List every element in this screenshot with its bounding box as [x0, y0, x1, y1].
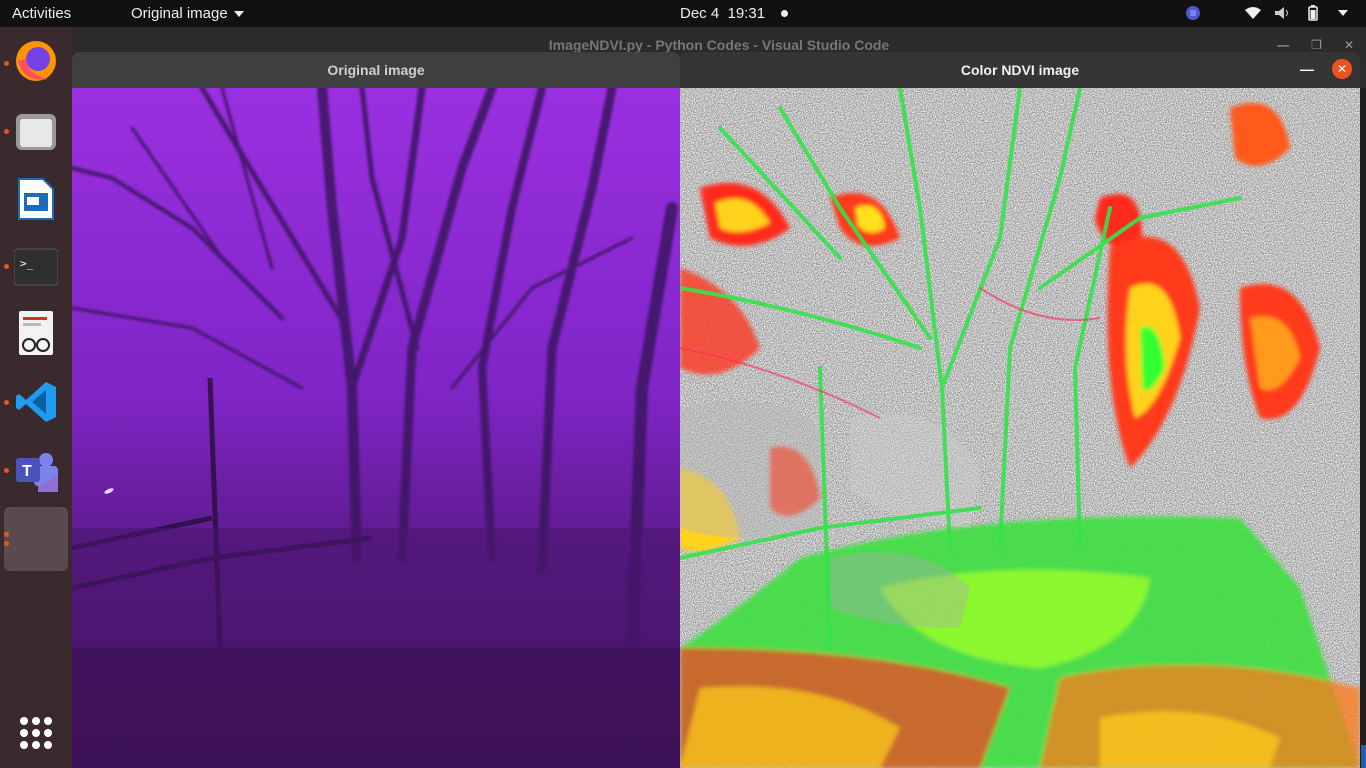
teams-tray-icon[interactable] [1184, 4, 1202, 22]
window-edge-divider [1360, 88, 1366, 768]
clock-date: Dec 4 [680, 5, 720, 22]
dropdown-chevron-icon[interactable] [1334, 4, 1352, 22]
chevron-down-icon [233, 10, 244, 17]
original-image-canvas [72, 88, 680, 768]
scroll-indicator [1361, 745, 1366, 768]
running-indicator [4, 264, 9, 269]
document-viewer-icon[interactable] [14, 311, 58, 356]
color-ndvi-window[interactable]: Color NDVI image — ✕ [680, 52, 1360, 768]
firefox-icon[interactable] [14, 39, 58, 83]
close-button[interactable]: ✕ [1332, 59, 1352, 79]
notification-dot-icon [781, 10, 789, 17]
running-indicator [4, 129, 9, 134]
color-ndvi-canvas [680, 88, 1360, 768]
svg-text:T: T [22, 463, 32, 480]
window-title: Color NDVI image [960, 62, 1080, 78]
teams-icon[interactable]: T [14, 449, 58, 493]
svg-text:>_: >_ [20, 257, 34, 270]
system-tray[interactable] [1184, 4, 1352, 22]
writer-icon[interactable] [14, 177, 58, 221]
vscode-window-title: ImageNDVI.py - Python Codes - Visual Stu… [548, 37, 890, 53]
clock[interactable]: Dec 4 19:31 [680, 5, 789, 22]
wifi-icon[interactable] [1244, 4, 1262, 22]
vscode-icon[interactable] [14, 380, 58, 424]
running-indicator [4, 468, 9, 473]
app-menu[interactable]: Original image [131, 5, 244, 22]
volume-icon[interactable] [1274, 4, 1292, 22]
running-indicator [4, 532, 9, 537]
dock: >_ T [0, 27, 72, 768]
running-indicator [4, 541, 9, 546]
window-title: Original image [327, 62, 425, 78]
active-app-slot[interactable] [4, 507, 68, 571]
top-bar: Activities Original image Dec 4 19:31 [0, 0, 1366, 27]
app-menu-label: Original image [131, 5, 228, 22]
terminal-icon[interactable]: >_ [14, 245, 58, 289]
original-image-titlebar[interactable]: Original image [72, 52, 680, 88]
color-ndvi-titlebar[interactable]: Color NDVI image — ✕ [680, 52, 1360, 88]
minimize-button[interactable]: — [1300, 61, 1314, 77]
original-image-window[interactable]: Original image [72, 52, 680, 768]
running-indicator [4, 61, 9, 66]
activities-button[interactable]: Activities [12, 5, 71, 22]
clock-time: 19:31 [727, 5, 766, 22]
battery-icon[interactable] [1304, 4, 1322, 22]
show-applications-icon[interactable] [20, 717, 52, 749]
running-indicator [4, 400, 9, 405]
files-icon[interactable] [14, 109, 58, 153]
